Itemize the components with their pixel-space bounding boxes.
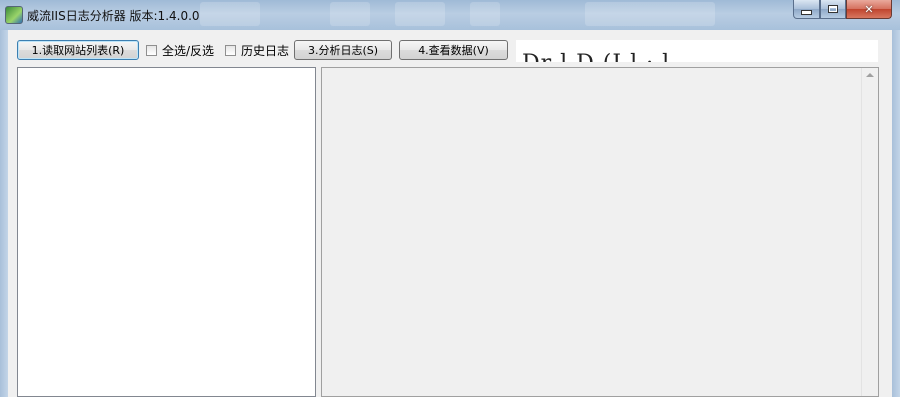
app-icon bbox=[5, 6, 23, 24]
background-decoration bbox=[585, 2, 715, 26]
select-all-checkbox-box[interactable] bbox=[146, 45, 157, 56]
minimize-icon bbox=[801, 9, 812, 15]
scroll-up-icon[interactable] bbox=[866, 73, 874, 77]
window-controls: ✕ bbox=[793, 0, 892, 20]
ad-banner-text: Dr l D (I l · l bbox=[522, 51, 670, 62]
window-frame-right bbox=[892, 30, 900, 397]
ad-banner[interactable]: Dr l D (I l · l bbox=[516, 40, 878, 62]
select-all-label: 全选/反选 bbox=[162, 44, 215, 58]
close-icon: ✕ bbox=[864, 2, 874, 16]
select-all-checkbox[interactable]: 全选/反选 bbox=[146, 42, 214, 59]
history-log-checkbox-box[interactable] bbox=[225, 45, 236, 56]
site-list[interactable] bbox=[17, 67, 316, 397]
vertical-scrollbar[interactable] bbox=[861, 68, 878, 396]
background-decoration bbox=[200, 2, 260, 26]
analyze-log-button[interactable]: 3.分析日志(S) bbox=[294, 40, 392, 60]
load-sites-button[interactable]: 1.读取网站列表(R) bbox=[17, 40, 139, 60]
title-bar[interactable]: 威流IIS日志分析器 版本:1.4.0.0 ✕ bbox=[0, 0, 900, 30]
background-decoration bbox=[330, 2, 370, 26]
window-title: 威流IIS日志分析器 版本:1.4.0.0 bbox=[27, 9, 200, 23]
maximize-icon bbox=[828, 5, 838, 13]
close-button[interactable]: ✕ bbox=[846, 0, 892, 19]
background-decoration bbox=[470, 2, 500, 26]
maximize-button[interactable] bbox=[820, 0, 846, 19]
data-panel[interactable] bbox=[321, 67, 879, 397]
view-data-button[interactable]: 4.查看数据(V) bbox=[399, 40, 508, 60]
history-log-label: 历史日志 bbox=[241, 44, 290, 58]
window-frame-left bbox=[0, 30, 8, 397]
background-decoration bbox=[395, 2, 445, 26]
minimize-button[interactable] bbox=[793, 0, 820, 19]
app-window: 威流IIS日志分析器 版本:1.4.0.0 ✕ 1.读取网站列表(R) 全选/反… bbox=[0, 0, 900, 397]
history-log-checkbox[interactable]: 历史日志 bbox=[225, 42, 289, 59]
